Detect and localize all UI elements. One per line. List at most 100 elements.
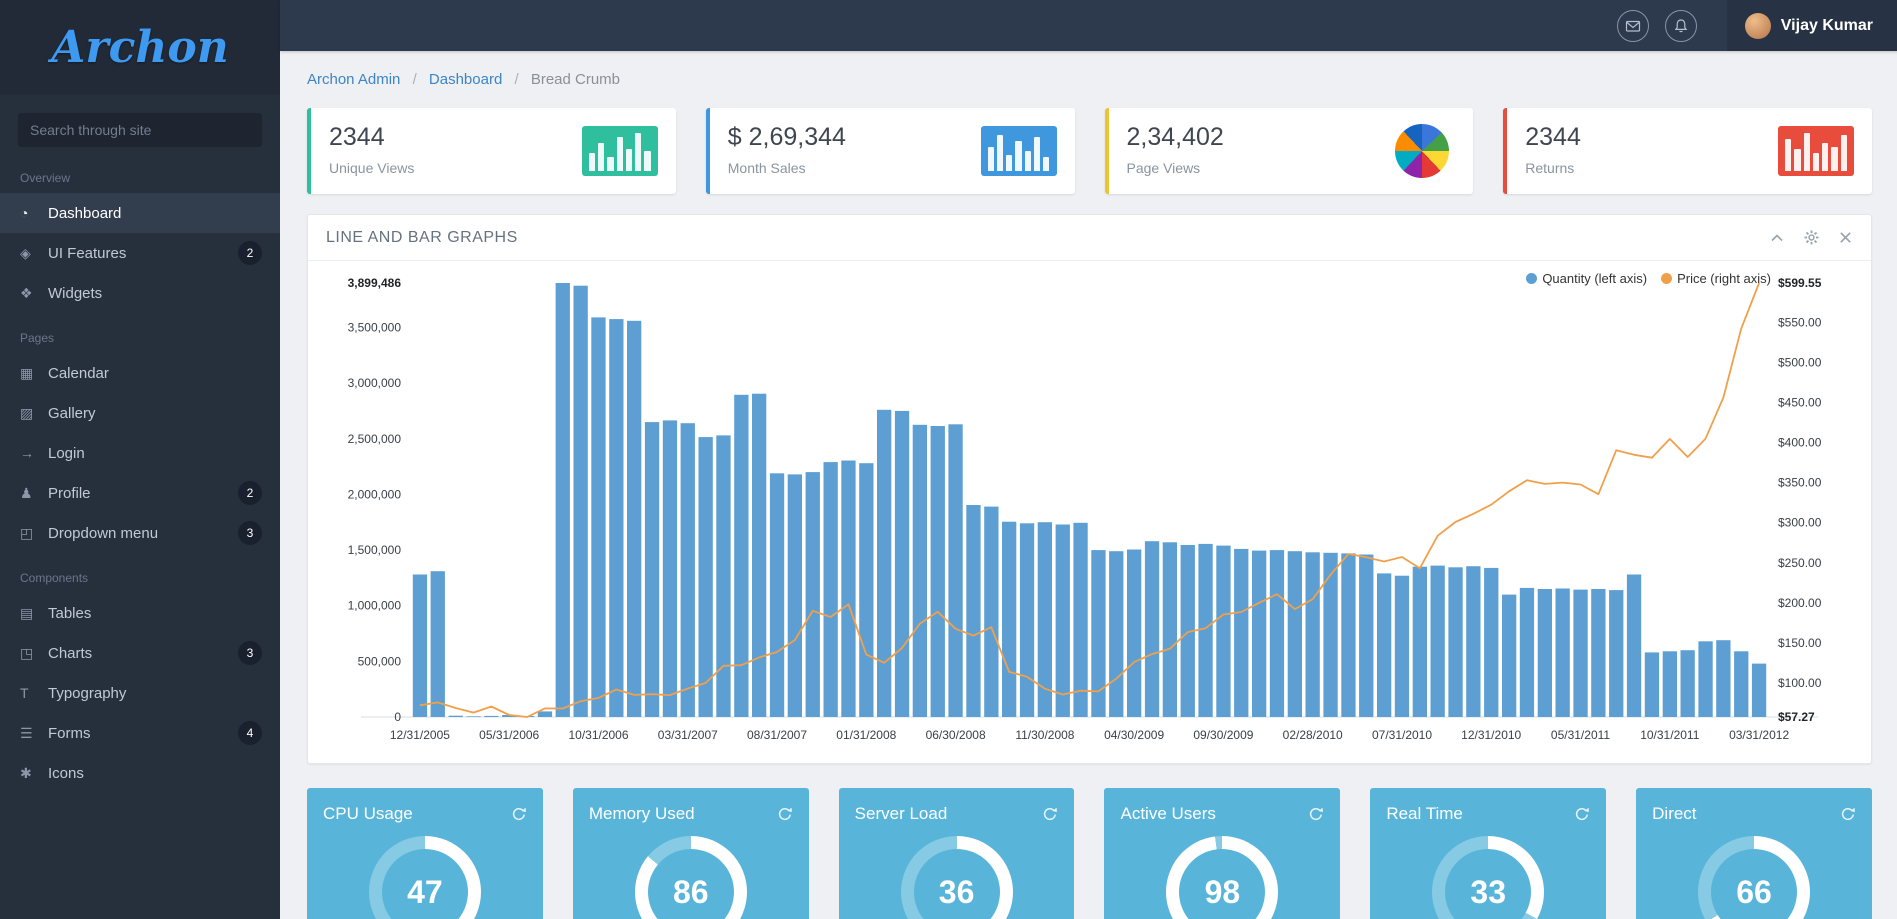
gauge-donut: 47: [368, 836, 481, 919]
gear-icon: [1804, 230, 1819, 245]
sidebar-item-label: Gallery: [48, 404, 96, 422]
gauge-value: 98: [1179, 849, 1266, 919]
svg-text:$150.00: $150.00: [1778, 636, 1822, 650]
svg-text:12/31/2010: 12/31/2010: [1461, 728, 1521, 742]
refresh-button[interactable]: [1840, 806, 1856, 822]
dashboard-icon: ◔: [20, 205, 29, 221]
gauge-value: 66: [1711, 849, 1798, 919]
chevron-up-icon: [1771, 233, 1783, 241]
svg-text:$599.55: $599.55: [1778, 276, 1822, 290]
svg-text:$300.00: $300.00: [1778, 516, 1822, 530]
bar-chart-icon: [980, 126, 1057, 176]
sidebar-item-label: UI Features: [48, 244, 127, 262]
svg-text:$200.00: $200.00: [1778, 596, 1822, 610]
collapse-button[interactable]: [1769, 229, 1785, 246]
close-button[interactable]: [1838, 229, 1853, 246]
refresh-button[interactable]: [1308, 806, 1324, 822]
sidebar-item-gallery[interactable]: ▨ Gallery: [0, 393, 280, 433]
sidebar-item-icons[interactable]: ✱ Icons: [0, 753, 280, 793]
user-name: Vijay Kumar: [1780, 16, 1873, 34]
legend-item-price[interactable]: Price (right axis): [1661, 271, 1771, 286]
topbar: Vijay Kumar: [280, 0, 1897, 51]
sidebar-item-ui-features[interactable]: ◈ UI Features 2: [0, 233, 280, 273]
svg-text:05/31/2011: 05/31/2011: [1551, 728, 1610, 742]
sidebar-item-label: Calendar: [48, 364, 109, 382]
sidebar-item-label: Tables: [48, 604, 92, 622]
breadcrumb-current: Bread Crumb: [530, 71, 621, 88]
breadcrumb-link-archon-admin[interactable]: Archon Admin: [307, 71, 400, 88]
section-label-overview: Overview: [20, 171, 71, 185]
gauge-value: 47: [381, 849, 468, 919]
svg-text:03/31/2012: 03/31/2012: [1729, 728, 1789, 742]
widget-active-users: Active Users 98: [1104, 788, 1341, 919]
gauge-donut: 86: [634, 836, 747, 919]
svg-text:500,000: 500,000: [358, 654, 402, 668]
avatar: [1744, 12, 1771, 39]
line-bar-graphs-panel: LINE AND BAR GRAPHS Quantity (left axis)…: [307, 214, 1872, 764]
bar-chart-icon: [1778, 126, 1854, 176]
gauge-donut: 66: [1698, 836, 1811, 919]
legend-item-quantity[interactable]: Quantity (left axis): [1526, 271, 1647, 286]
refresh-button[interactable]: [1042, 806, 1058, 822]
widget-title: Memory Used: [588, 804, 695, 823]
sidebar-item-widgets[interactable]: ❖ Widgets: [0, 273, 280, 313]
sidebar-item-tables[interactable]: ▤ Tables: [0, 593, 280, 633]
legend-label: Price (right axis): [1677, 271, 1771, 286]
sidebar-item-forms[interactable]: ☰ Forms 4: [0, 713, 280, 753]
svg-text:$550.00: $550.00: [1778, 316, 1822, 330]
close-icon: [1840, 232, 1851, 243]
typography-icon: T: [20, 685, 29, 701]
refresh-icon: [1576, 807, 1590, 821]
svg-text:$57.27: $57.27: [1778, 710, 1815, 724]
sidebar-item-login[interactable]: → Login: [0, 433, 280, 473]
notifications-button[interactable]: [1664, 9, 1697, 42]
refresh-icon: [778, 807, 792, 821]
legend-dot-price: [1661, 273, 1673, 284]
svg-text:10/31/2011: 10/31/2011: [1640, 728, 1699, 742]
line-bar-chart-svg: 3,899,486 3,500,000 3,000,000 2,500,000 2,00…: [348, 276, 1822, 742]
badge: 2: [238, 241, 262, 265]
svg-text:10/31/2006: 10/31/2006: [568, 728, 628, 742]
section-label-components: Components: [20, 571, 89, 585]
sidebar-item-calendar[interactable]: ▦ Calendar: [0, 353, 280, 393]
svg-text:$350.00: $350.00: [1778, 476, 1822, 490]
gauge-value: 36: [913, 849, 1000, 919]
svg-text:12/31/2005: 12/31/2005: [390, 728, 450, 742]
stat-card-unique-views: 2344 Unique Views: [307, 108, 676, 194]
svg-text:04/30/2009: 04/30/2009: [1104, 728, 1164, 742]
panel-title: LINE AND BAR GRAPHS: [326, 228, 518, 246]
svg-text:3,500,000: 3,500,000: [348, 321, 402, 335]
settings-button[interactable]: [1803, 229, 1820, 246]
sidebar-item-charts[interactable]: ◳ Charts 3: [0, 633, 280, 673]
mail-button[interactable]: [1616, 9, 1649, 42]
refresh-button[interactable]: [511, 806, 527, 822]
sidebar-item-dropdown-menu[interactable]: ◰ Dropdown menu 3: [0, 513, 280, 553]
gallery-icon: ▨: [20, 404, 34, 421]
svg-text:$100.00: $100.00: [1778, 676, 1822, 690]
refresh-button[interactable]: [777, 806, 793, 822]
breadcrumb-link-dashboard[interactable]: Dashboard: [429, 71, 502, 88]
sidebar-item-profile[interactable]: ♟ Profile 2: [0, 473, 280, 513]
breadcrumb: Archon Admin / Dashboard / Bread Crumb: [307, 71, 1872, 88]
sidebar-item-label: Forms: [48, 724, 91, 742]
sidebar-item-typography[interactable]: T Typography: [0, 673, 280, 713]
sidebar-item-dashboard[interactable]: ◔ Dashboard: [0, 193, 280, 233]
svg-text:05/31/2006: 05/31/2006: [479, 728, 539, 742]
mail-icon: [1625, 20, 1640, 32]
refresh-icon: [1044, 807, 1058, 821]
svg-text:2,500,000: 2,500,000: [348, 432, 402, 446]
sidebar-item-label: Icons: [48, 764, 84, 782]
search-input[interactable]: [18, 113, 262, 147]
widget-title: Direct: [1652, 804, 1697, 823]
refresh-button[interactable]: [1574, 806, 1590, 822]
stat-card-month-sales: $ 2,69,344 Month Sales: [705, 108, 1075, 194]
gauge-donut: 33: [1432, 836, 1545, 919]
user-menu[interactable]: Vijay Kumar: [1726, 0, 1897, 51]
refresh-icon: [1310, 807, 1324, 821]
widgets-icon: ❖: [20, 284, 33, 301]
svg-text:07/31/2010: 07/31/2010: [1372, 728, 1432, 742]
gauge-donut: 36: [900, 836, 1013, 919]
legend-label: Quantity (left axis): [1542, 271, 1648, 286]
svg-text:01/31/2008: 01/31/2008: [836, 728, 896, 742]
brand-logo[interactable]: Archon: [51, 22, 228, 73]
